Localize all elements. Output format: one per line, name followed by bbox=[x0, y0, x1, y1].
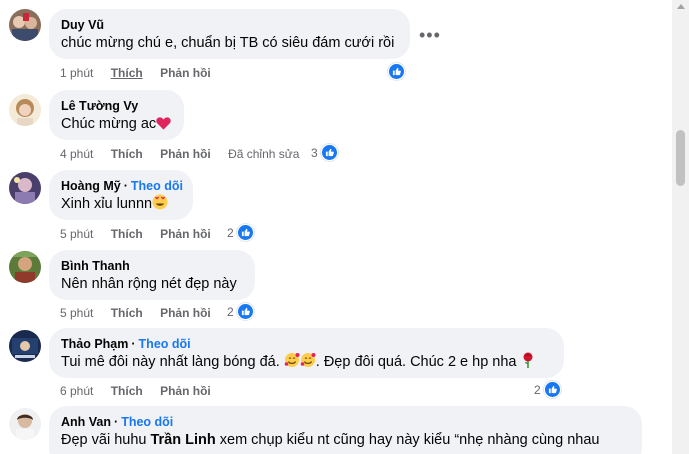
author-name[interactable]: Duy Vũ bbox=[61, 18, 104, 32]
author-name[interactable]: Anh Van bbox=[61, 415, 111, 429]
reply-button[interactable]: Phản hồi bbox=[160, 384, 211, 398]
follow-button[interactable]: Theo dõi bbox=[121, 415, 173, 429]
scroll-thumb[interactable] bbox=[676, 130, 685, 186]
avatar[interactable] bbox=[9, 9, 41, 41]
red-heart-icon bbox=[156, 116, 171, 136]
comment-actions: 6 phút Thích Phản hồi bbox=[60, 383, 225, 399]
author-name[interactable]: Thảo Phạm bbox=[61, 337, 128, 351]
like-button[interactable]: Thích bbox=[111, 384, 143, 398]
reaction-count: 3 bbox=[311, 145, 318, 160]
reply-button[interactable]: Phản hồi bbox=[160, 66, 211, 80]
reaction-summary[interactable]: 2 bbox=[227, 303, 254, 320]
reaction-count: 2 bbox=[227, 225, 234, 240]
comment-text: Đẹp vãi huhu Trần Linh xem chụp kiểu nt … bbox=[61, 432, 600, 448]
like-reaction-icon bbox=[236, 303, 254, 320]
comment-item: Lê Tường Vy Chúc mừng ac 4 phút Thích Ph… bbox=[0, 88, 670, 168]
heart-eyes-icon bbox=[152, 194, 168, 216]
reaction-count: 2 bbox=[534, 382, 541, 397]
rose-icon bbox=[521, 352, 535, 374]
comment-item: Duy Vũ chúc mừng chú e, chuẩn bị TB có s… bbox=[0, 0, 670, 85]
comment-bubble: Lê Tường Vy Chúc mừng ac bbox=[49, 90, 184, 140]
avatar[interactable] bbox=[9, 172, 41, 204]
comment-bubble: Thảo Phạm · Theo dõi Tui mê đôi này nhất l… bbox=[49, 328, 564, 378]
comment-text: Xinh xỉu lunnn bbox=[61, 194, 181, 216]
like-button[interactable]: Thích bbox=[111, 306, 143, 320]
author-name[interactable]: Bình Thanh bbox=[61, 259, 130, 273]
reaction-summary[interactable]: 2 bbox=[227, 224, 254, 241]
comment-actions: 5 phút Thích Phản hồi bbox=[60, 305, 225, 321]
like-button[interactable]: Thích bbox=[111, 147, 143, 161]
avatar[interactable] bbox=[9, 408, 41, 440]
reaction-summary[interactable] bbox=[388, 63, 405, 80]
comment-actions: 4 phút Thích Phản hồi Đã chỉnh sửa bbox=[60, 146, 313, 162]
author-name[interactable]: Hoàng Mỹ bbox=[61, 179, 121, 193]
comment-text: Chúc mừng ac bbox=[61, 114, 172, 136]
comment-item: Thảo Phạm · Theo dõi Tui mê đôi này nhất l… bbox=[0, 326, 670, 406]
smiling-hearts-icon bbox=[284, 352, 300, 374]
avatar[interactable] bbox=[9, 94, 41, 126]
timestamp[interactable]: 5 phút bbox=[60, 227, 93, 241]
comment-actions: 1 phút Thích Phản hồi bbox=[60, 65, 225, 81]
edited-label: Đã chỉnh sửa bbox=[228, 147, 300, 161]
comment-text: Nên nhân rộng nét đẹp này bbox=[61, 276, 237, 292]
reply-button[interactable]: Phản hồi bbox=[160, 227, 211, 241]
like-reaction-icon bbox=[388, 63, 405, 80]
comment-bubble: Duy Vũ chúc mừng chú e, chuẩn bị TB có s… bbox=[49, 9, 410, 59]
follow-button[interactable]: Theo dõi bbox=[139, 337, 191, 351]
timestamp[interactable]: 4 phút bbox=[60, 147, 93, 161]
comment-item: Hoàng Mỹ · Theo dõi Xinh xỉu lunnn 5 phút … bbox=[0, 168, 670, 248]
timestamp[interactable]: 5 phút bbox=[60, 306, 93, 320]
reply-button[interactable]: Phản hồi bbox=[160, 306, 211, 320]
follow-button[interactable]: Theo dõi bbox=[131, 179, 183, 193]
like-reaction-icon bbox=[320, 144, 338, 161]
comment-item: Bình Thanh Nên nhân rộng nét đẹp này 5 p… bbox=[0, 248, 670, 328]
avatar[interactable] bbox=[9, 251, 41, 283]
like-button[interactable]: Thích bbox=[111, 66, 143, 80]
more-options-icon[interactable]: ••• bbox=[419, 26, 441, 44]
reaction-summary[interactable]: 3 bbox=[311, 144, 338, 161]
comment-text: Tui mê đôi này nhất làng bóng đá. . Đẹp … bbox=[61, 352, 552, 374]
reply-button[interactable]: Phản hồi bbox=[160, 147, 211, 161]
timestamp[interactable]: 1 phút bbox=[60, 66, 93, 80]
comment-text: chúc mừng chú e, chuẩn bị TB có siêu đám… bbox=[61, 35, 395, 51]
avatar[interactable] bbox=[9, 330, 41, 362]
comment-bubble: Anh Van · Theo dõi Đẹp vãi huhu Trần Linh … bbox=[49, 406, 642, 454]
scrollbar[interactable] bbox=[672, 0, 689, 454]
smiling-hearts-icon bbox=[300, 352, 316, 374]
timestamp[interactable]: 6 phút bbox=[60, 384, 93, 398]
mention-link[interactable]: Trần Linh bbox=[150, 432, 215, 448]
comment-bubble: Hoàng Mỹ · Theo dõi Xinh xỉu lunnn bbox=[49, 170, 193, 220]
reaction-summary[interactable]: 2 bbox=[534, 381, 561, 398]
like-button[interactable]: Thích bbox=[111, 227, 143, 241]
comment-actions: 5 phút Thích Phản hồi bbox=[60, 226, 225, 242]
like-reaction-icon bbox=[236, 224, 254, 241]
comment-item: Anh Van · Theo dõi Đẹp vãi huhu Trần Linh … bbox=[0, 404, 670, 454]
like-reaction-icon bbox=[543, 381, 561, 398]
author-name[interactable]: Lê Tường Vy bbox=[61, 99, 138, 113]
scroll-up-icon[interactable] bbox=[677, 4, 685, 9]
comment-bubble: Bình Thanh Nên nhân rộng nét đẹp này bbox=[49, 250, 255, 300]
reaction-count: 2 bbox=[227, 304, 234, 319]
